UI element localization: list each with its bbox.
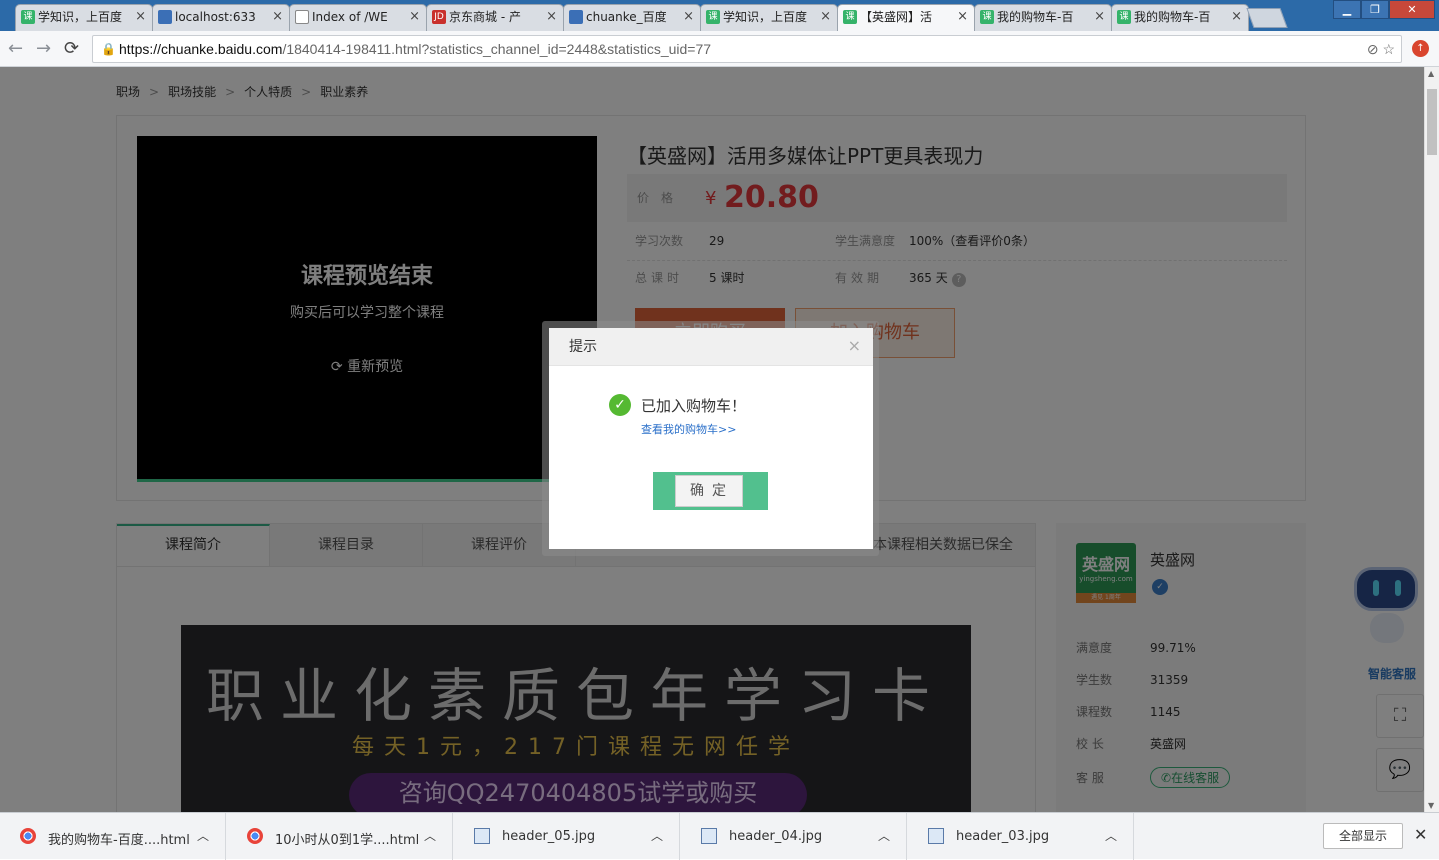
scroll-down-icon[interactable]: ▼ [1428, 801, 1434, 810]
download-item[interactable]: 10小时从0到1学....html ︿ [227, 813, 453, 860]
browser-tab[interactable]: Index of /WE × [289, 4, 427, 31]
favicon-icon: 课 [843, 10, 857, 24]
dialog-title: 提示 [549, 328, 873, 366]
dialog-message: 已加入购物车！ [641, 397, 747, 415]
url-field[interactable]: 🔒 https://chuanke.baidu.com/1840414-1984… [92, 35, 1402, 63]
scroll-up-icon[interactable]: ▲ [1428, 69, 1434, 78]
window-close-icon[interactable]: ✕ [1389, 0, 1435, 19]
tab-label: 学知识，上百度 [723, 10, 808, 24]
jd-logo-icon: JD [432, 10, 446, 24]
chrome-file-icon [247, 828, 263, 844]
chevron-up-icon[interactable]: ︿ [651, 827, 663, 844]
download-filename: header_05.jpg [502, 829, 596, 844]
favicon-icon: 课 [980, 10, 994, 24]
close-icon[interactable]: × [957, 5, 968, 29]
document-icon [295, 10, 309, 24]
close-icon[interactable]: × [546, 5, 557, 29]
forward-arrow-icon[interactable]: → [36, 38, 51, 59]
chevron-up-icon[interactable]: ︿ [197, 827, 209, 844]
bookmark-star-icon[interactable]: ⊘ ☆ [1367, 36, 1395, 62]
favicon-icon [158, 10, 172, 24]
close-icon[interactable]: × [1231, 5, 1242, 29]
tab-label: Index of /WE [312, 10, 388, 24]
downloads-bar: 我的购物车-百度....html ︿ 10小时从0到1学....html ︿ h… [0, 812, 1439, 860]
browser-tab-active[interactable]: 课 【英盛网】活 × [837, 4, 975, 31]
baidu-paw-icon [569, 10, 583, 24]
browser-tab[interactable]: JD 京东商城 - 产 × [426, 4, 564, 31]
download-filename: header_04.jpg [729, 829, 823, 844]
tab-label: 京东商城 - 产 [449, 10, 521, 24]
add-to-cart-dialog: 提示 × ✓ 已加入购物车！ 查看我的购物车>> 确定 [549, 328, 873, 549]
reload-icon[interactable]: ⟳ [64, 38, 79, 59]
favicon-icon: 课 [21, 10, 35, 24]
image-file-icon [928, 828, 944, 844]
address-bar-row: ← → ⟳ 🔒 https://chuanke.baidu.com/184041… [0, 31, 1439, 67]
close-icon[interactable]: × [135, 5, 146, 29]
browser-tab[interactable]: localhost:633 × [152, 4, 290, 31]
download-item[interactable]: header_05.jpg ︿ [454, 813, 680, 860]
browser-tab[interactable]: chuanke_百度 × [563, 4, 701, 31]
close-downloads-icon[interactable]: ✕ [1414, 825, 1427, 844]
tab-label: localhost:633 [175, 10, 256, 24]
image-file-icon [474, 828, 490, 844]
minimize-icon[interactable]: ▁ [1333, 0, 1361, 19]
back-arrow-icon[interactable]: ← [8, 38, 23, 59]
download-item[interactable]: header_04.jpg ︿ [681, 813, 907, 860]
download-filename: 我的购物车-百度....html [48, 833, 190, 848]
view-cart-link[interactable]: 查看我的购物车>> [641, 421, 736, 437]
image-file-icon [701, 828, 717, 844]
restore-icon[interactable]: ❐ [1361, 0, 1389, 19]
browser-tab[interactable]: 课 我的购物车-百 × [974, 4, 1112, 31]
tab-label: chuanke_百度 [586, 10, 667, 24]
browser-tab[interactable]: 课 学知识，上百度 × [15, 4, 153, 31]
chrome-file-icon [20, 828, 36, 844]
download-item[interactable]: 我的购物车-百度....html ︿ [0, 813, 226, 860]
browser-tab[interactable]: 课 学知识，上百度 × [700, 4, 838, 31]
chevron-up-icon[interactable]: ︿ [1105, 827, 1117, 844]
show-all-downloads-button[interactable]: 全部显示 [1323, 823, 1403, 849]
lock-icon: 🔒 [101, 42, 116, 56]
favicon-icon: 课 [1117, 10, 1131, 24]
close-icon[interactable]: × [820, 5, 831, 29]
confirm-button-frame: 确定 [653, 472, 768, 510]
favicon-icon: 课 [706, 10, 720, 24]
tab-label: 我的购物车-百 [1134, 10, 1211, 24]
success-check-icon: ✓ [609, 394, 631, 416]
close-icon[interactable]: × [409, 5, 420, 29]
tab-label: 【英盛网】活 [860, 10, 933, 24]
close-icon[interactable]: × [272, 5, 283, 29]
tab-label: 我的购物车-百 [997, 10, 1074, 24]
page-scrollbar[interactable]: ▲ ▼ [1424, 67, 1439, 812]
dialog-close-icon[interactable]: × [848, 336, 861, 355]
chevron-up-icon[interactable]: ︿ [424, 827, 436, 844]
scroll-thumb[interactable] [1427, 89, 1437, 155]
chevron-up-icon[interactable]: ︿ [878, 827, 890, 844]
download-filename: 10小时从0到1学....html [275, 833, 420, 848]
url-path: /1840414-198411.html?statistics_channel_… [282, 41, 712, 57]
new-tab-button[interactable] [1246, 8, 1288, 28]
close-icon[interactable]: × [1094, 5, 1105, 29]
close-icon[interactable]: × [683, 5, 694, 29]
browser-tab[interactable]: 课 我的购物车-百 × [1111, 4, 1249, 31]
extension-icon[interactable]: ↑ [1412, 40, 1429, 57]
confirm-button[interactable]: 确定 [675, 475, 743, 507]
url-domain: https://chuanke.baidu.com [119, 41, 283, 57]
browser-tab-strip: 课 学知识，上百度 × localhost:633 × Index of /WE… [0, 0, 1439, 31]
tab-label: 学知识，上百度 [38, 10, 123, 24]
window-controls: ▁ ❐ ✕ [1333, 0, 1435, 20]
download-filename: header_03.jpg [956, 829, 1050, 844]
download-item[interactable]: header_03.jpg ︿ [908, 813, 1134, 860]
